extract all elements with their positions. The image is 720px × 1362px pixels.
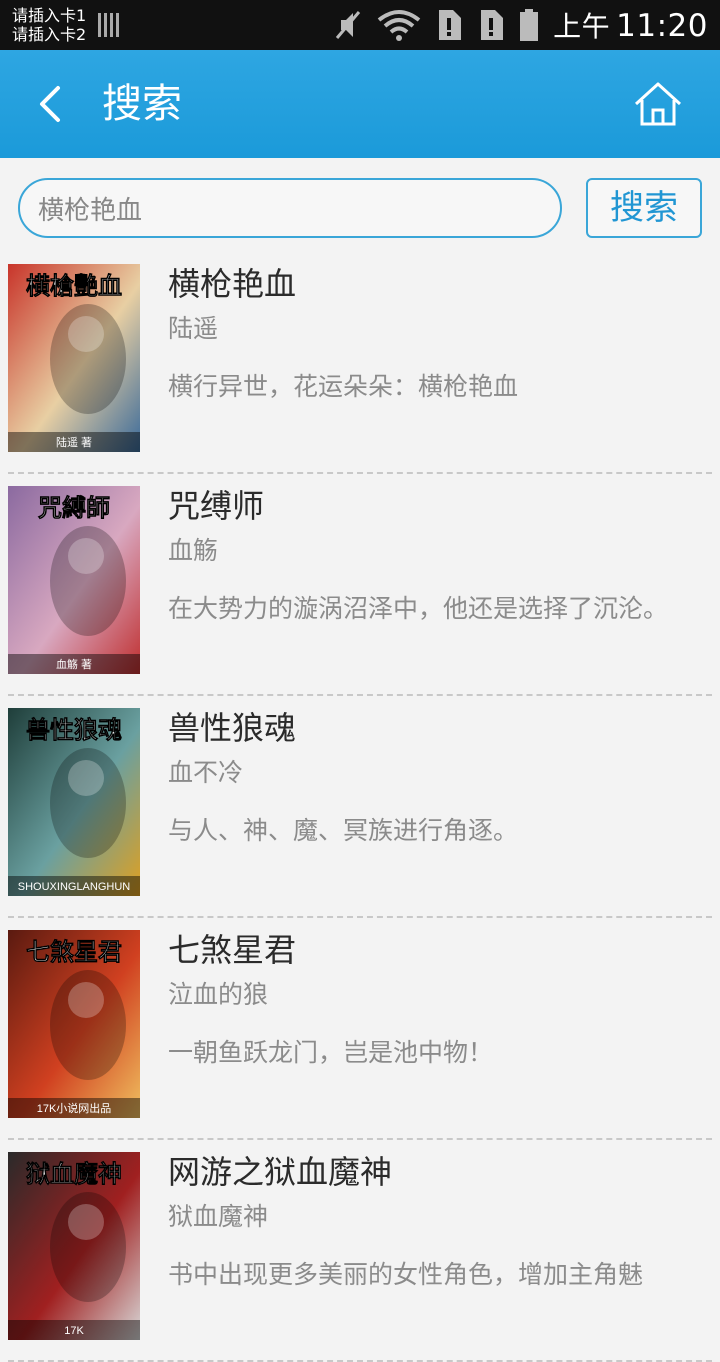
book-list-item[interactable]: 兽性狼魂 SHOUXINGLANGHUN 兽性狼魂 血不冷 与人、神、魔、冥族进… xyxy=(0,696,720,918)
cover-bottom-text: 陆遥 著 xyxy=(56,435,92,449)
search-input[interactable] xyxy=(18,178,562,238)
cover-bottom-text: 17K xyxy=(64,1325,84,1337)
book-cover-image[interactable]: 咒縛師 血觞 著 xyxy=(8,486,140,674)
cover-bottom-text: 17K小说网出品 xyxy=(37,1101,112,1115)
cover-bottom-text: 血觞 著 xyxy=(56,657,92,671)
book-list-item[interactable]: 狱血魔神 17K 网游之狱血魔神 狱血魔神 书中出现更多美丽的女性角色，增加主角… xyxy=(0,1140,720,1362)
cover-title-text: 兽性狼魂 xyxy=(26,716,122,744)
book-list-item[interactable]: 横槍艷血 陆遥 著 横枪艳血 陆遥 横行异世，花运朵朵：横枪艳血 xyxy=(0,252,720,474)
book-cover-image[interactable]: 横槍艷血 陆遥 著 xyxy=(8,264,140,452)
book-description: 一朝鱼跃龙门，岂是池中物！ xyxy=(168,1038,494,1067)
book-author: 泣血的狼 xyxy=(168,980,269,1009)
result-list: 横槍艷血 陆遥 著 横枪艳血 陆遥 横行异世，花运朵朵：横枪艳血 咒縛師 血觞 … xyxy=(0,252,720,1362)
sim1-status-text: 请插入卡1 xyxy=(12,6,87,25)
book-cover-image[interactable]: 七煞星君 17K小说网出品 xyxy=(8,930,140,1118)
sim-status: 请插入卡1 请插入卡2 xyxy=(12,6,86,44)
page-title: 搜索 xyxy=(102,81,182,127)
book-title: 兽性狼魂 xyxy=(168,709,297,747)
back-arrow-icon[interactable] xyxy=(30,80,74,128)
book-title: 网游之狱血魔神 xyxy=(168,1153,393,1191)
cover-title-text: 横槍艷血 xyxy=(26,272,122,300)
mute-icon xyxy=(335,11,361,39)
book-list-item[interactable]: 七煞星君 17K小说网出品 七煞星君 泣血的狼 一朝鱼跃龙门，岂是池中物！ xyxy=(0,918,720,1140)
book-description: 书中出现更多美丽的女性角色，增加主角魅 xyxy=(168,1260,644,1289)
home-icon[interactable] xyxy=(632,80,684,128)
cover-title-text: 狱血魔神 xyxy=(26,1160,122,1188)
sim1-alert-icon xyxy=(439,10,462,40)
book-description: 横行异世，花运朵朵：横枪艳血 xyxy=(168,372,519,401)
book-author: 狱血魔神 xyxy=(168,1202,269,1231)
sim2-status-text: 请插入卡2 xyxy=(12,25,87,44)
clock-ampm: 上午 xyxy=(553,10,611,43)
book-title: 横枪艳血 xyxy=(168,265,297,303)
clock-time: 11:20 xyxy=(616,8,708,44)
cover-title-text: 咒縛師 xyxy=(38,494,110,522)
book-description: 与人、神、魔、冥族进行角逐。 xyxy=(168,816,519,845)
status-icons: 上午 11:20 xyxy=(333,0,708,50)
book-title: 咒缚师 xyxy=(168,487,265,525)
book-author: 血觞 xyxy=(168,536,219,565)
app-bar: 搜索 xyxy=(0,50,720,158)
wifi-icon xyxy=(377,10,421,41)
cover-title-text: 七煞星君 xyxy=(26,938,122,966)
no-signal-icon xyxy=(98,13,119,37)
book-cover-image[interactable]: 兽性狼魂 SHOUXINGLANGHUN xyxy=(8,708,140,896)
status-bar: 请插入卡1 请插入卡2 上午 11:20 xyxy=(0,0,720,50)
cover-bottom-text: SHOUXINGLANGHUN xyxy=(18,881,131,893)
sim2-alert-icon xyxy=(481,10,504,40)
book-title: 七煞星君 xyxy=(168,931,297,969)
book-list-item[interactable]: 咒縛師 血觞 著 咒缚师 血觞 在大势力的漩涡沼泽中，他还是选择了沉沦。 xyxy=(0,474,720,696)
book-author: 陆遥 xyxy=(168,314,219,343)
battery-icon xyxy=(520,9,539,41)
book-cover-image[interactable]: 狱血魔神 17K xyxy=(8,1152,140,1340)
book-description: 在大势力的漩涡沼泽中，他还是选择了沉沦。 xyxy=(168,594,669,623)
search-button[interactable]: 搜索 xyxy=(586,178,702,238)
book-author: 血不冷 xyxy=(168,758,244,787)
